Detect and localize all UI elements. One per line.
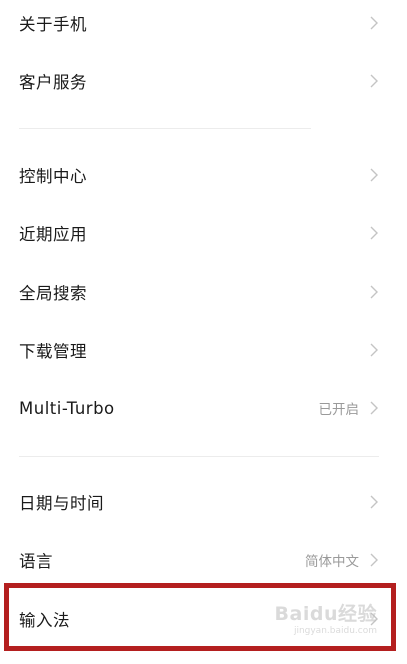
chevron-right-icon [370, 226, 378, 240]
settings-item-label: 日期与时间 [19, 494, 104, 513]
settings-screen: 关于手机 客户服务 控制中心 近期应用 全局搜索 下载管理 Multi-Turb… [0, 0, 407, 664]
settings-item-label: 客户服务 [19, 73, 87, 92]
settings-item-language[interactable]: 语言 简体中文 [0, 531, 407, 589]
settings-item-control-center[interactable]: 控制中心 [0, 146, 407, 204]
settings-item-label: 下载管理 [19, 342, 87, 361]
section-divider [19, 456, 379, 457]
settings-item-label: 输入法 [19, 611, 70, 630]
settings-item-value: 简体中文 [305, 554, 359, 570]
settings-item-customer-service[interactable]: 客户服务 [0, 52, 407, 110]
chevron-right-icon [370, 495, 378, 509]
chevron-right-icon [370, 401, 378, 415]
settings-item-label: 关于手机 [19, 15, 87, 34]
settings-item-label: 全局搜索 [19, 284, 87, 303]
settings-item-value: 已开启 [318, 402, 360, 418]
settings-item-about-phone[interactable]: 关于手机 [0, 0, 407, 52]
chevron-right-icon [370, 74, 378, 88]
settings-item-label: 近期应用 [19, 225, 87, 244]
chevron-right-icon [370, 285, 378, 299]
settings-item-label: Multi-Turbo [19, 398, 115, 418]
settings-item-input-method[interactable]: 输入法 [0, 590, 407, 648]
section-divider [19, 128, 311, 129]
settings-item-label: 语言 [19, 552, 53, 571]
chevron-right-icon [370, 553, 378, 567]
chevron-right-icon [370, 612, 378, 626]
settings-item-label: 控制中心 [19, 167, 87, 186]
settings-item-download-manager[interactable]: 下载管理 [0, 321, 407, 379]
chevron-right-icon [370, 343, 378, 357]
settings-item-date-time[interactable]: 日期与时间 [0, 473, 407, 531]
settings-item-global-search[interactable]: 全局搜索 [0, 263, 407, 321]
settings-item-multi-turbo[interactable]: Multi-Turbo 已开启 [0, 379, 407, 437]
chevron-right-icon [370, 16, 378, 30]
chevron-right-icon [370, 168, 378, 182]
settings-item-recent-apps[interactable]: 近期应用 [0, 204, 407, 262]
